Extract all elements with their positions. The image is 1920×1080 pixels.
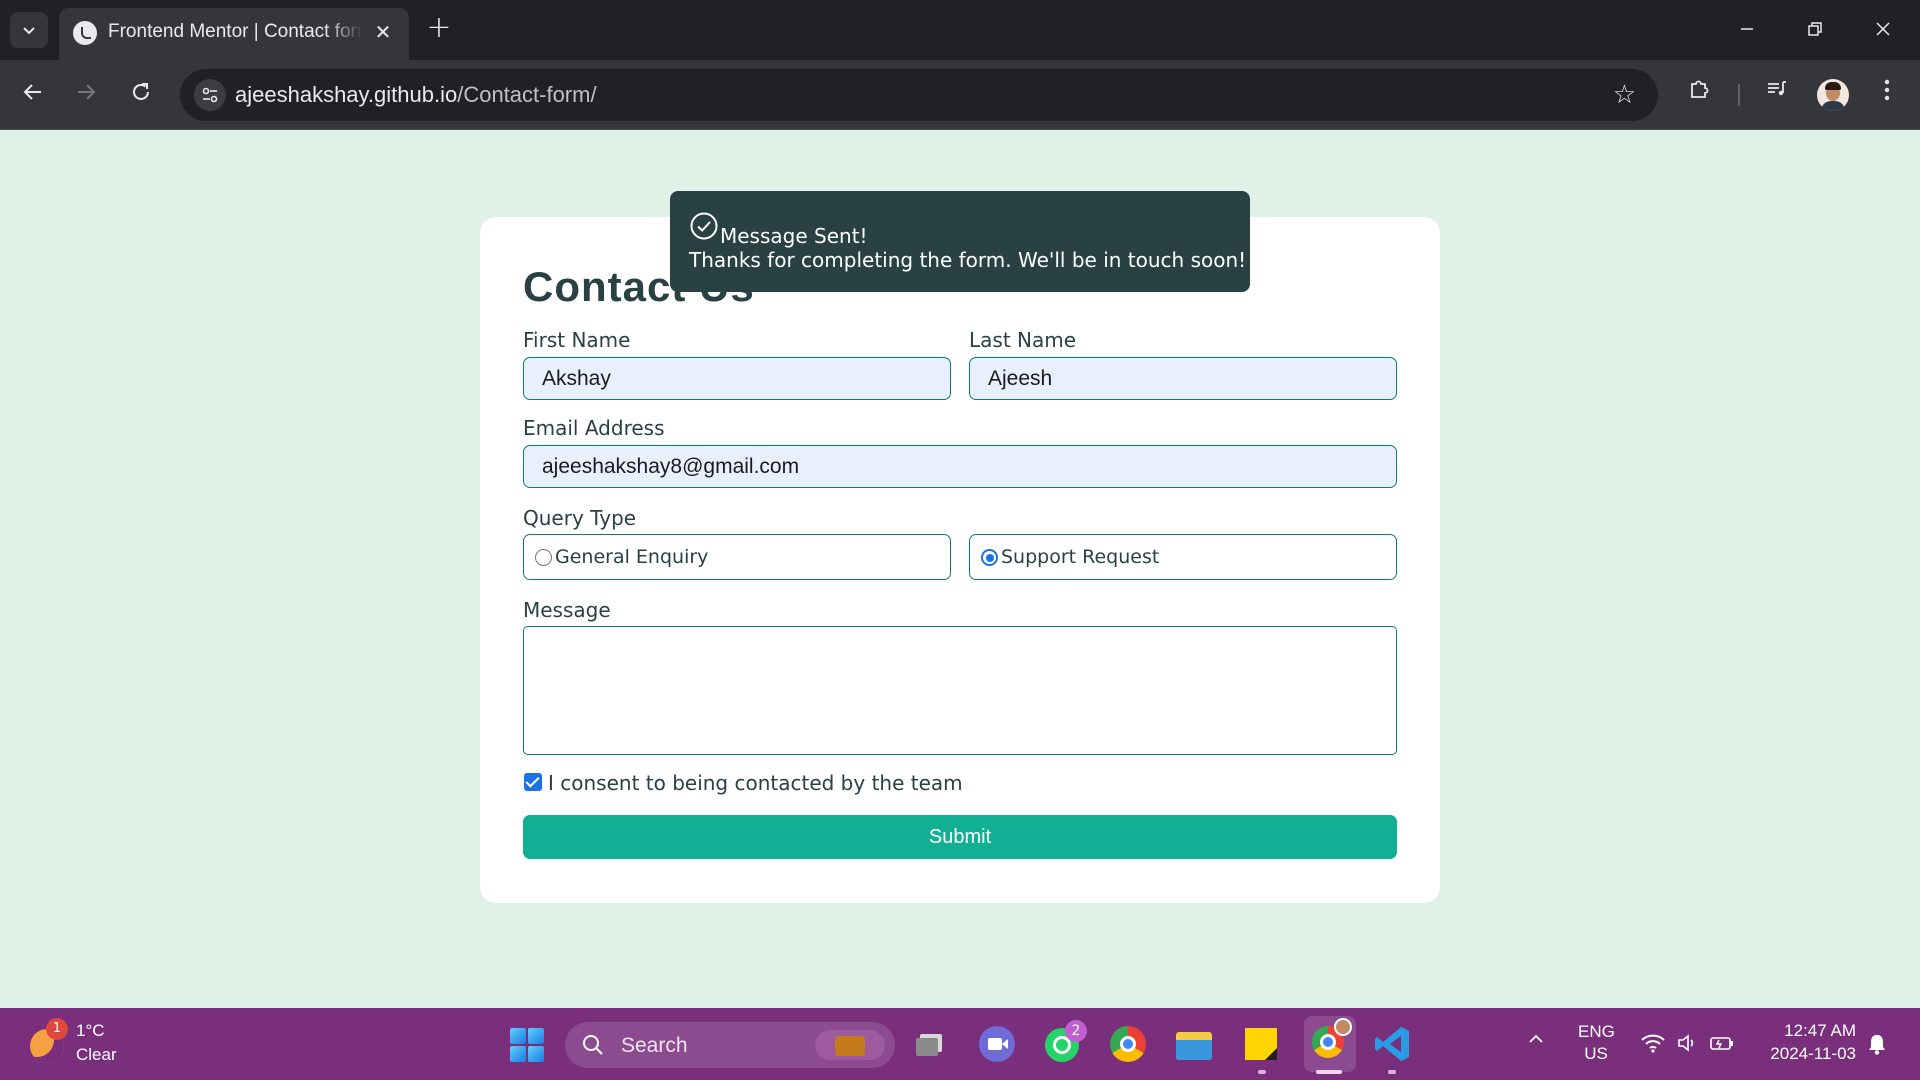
contact-form-card: Contact Us First Name Akshay Last Name A… [480,217,1440,903]
chrome-app-icon[interactable] [1108,1024,1148,1064]
reload-button[interactable] [122,76,160,114]
url-text: ajeeshakshay.github.io/Contact-form/ [235,82,597,108]
url-path: /Contact-form/ [457,82,597,107]
bookmark-star-icon[interactable]: ☆ [1613,79,1636,111]
general-enquiry-label: General Enquiry [555,546,709,568]
check-circle-icon [690,212,718,240]
task-view-app-icon[interactable] [912,1024,952,1064]
sticky-notes-app-icon[interactable] [1241,1024,1281,1064]
query-type-label: Query Type [523,506,637,530]
volume-icon [1678,1034,1694,1052]
puzzle-icon [1691,80,1709,98]
close-window-button[interactable] [1858,10,1908,50]
sticky-notes-running-indicator [1258,1070,1266,1074]
chrome-profile-app-icon[interactable] [1304,1016,1356,1072]
browser-tab[interactable]: Frontend Mentor | Contact form ✕ [59,8,409,60]
wifi-icon [1641,1034,1665,1053]
language-indicator[interactable]: ENG US [1578,1022,1615,1064]
support-request-radio[interactable] [981,549,998,566]
restore-icon [1808,22,1822,36]
support-request-label: Support Request [1001,546,1160,568]
email-label: Email Address [523,416,665,440]
browser-toolbar: ajeeshakshay.github.io/Contact-form/ ☆ [0,60,1920,130]
last-name-input[interactable]: Ajeesh [969,357,1397,400]
new-tab-button[interactable]: + [422,12,456,46]
tab-close-icon[interactable]: ✕ [371,20,395,44]
vscode-app-icon[interactable] [1373,1024,1413,1064]
notifications-button[interactable] [1866,1032,1888,1061]
url-host: ajeeshakshay.github.io [235,82,458,107]
taskbar: 1 1°C Clear Search 2 ENG US 12:47 AM 202… [0,1008,1920,1080]
clock-date: 2024-11-03 [1770,1044,1856,1063]
site-info-button[interactable] [194,79,226,111]
address-bar[interactable]: ajeeshakshay.github.io/Contact-form/ ☆ [180,69,1658,121]
reload-icon [133,83,149,100]
email-input[interactable]: ajeeshakshay8@gmail.com [523,445,1397,488]
clock[interactable]: 12:47 AM 2024-11-03 [1760,1021,1856,1064]
weather-condition: Clear [76,1045,117,1064]
chevron-down-icon [23,27,35,35]
tab-search-button[interactable] [10,12,48,48]
battery-icon [1710,1037,1733,1050]
language-code: ENG [1578,1022,1615,1041]
weather-temperature: 1°C [76,1021,105,1040]
consent-label: I consent to being contacted by the team [548,771,963,795]
minimize-button[interactable] [1722,10,1772,50]
last-name-label: Last Name [969,328,1077,352]
arrow-left-icon [23,84,41,100]
taskbar-search[interactable]: Search [565,1022,895,1068]
bell-icon [1869,1035,1885,1055]
success-toast: Message Sent! Thanks for completing the … [670,191,1250,292]
chrome-active-indicator [1316,1070,1342,1074]
file-explorer-app-icon[interactable] [1174,1024,1214,1064]
tune-icon [202,87,218,103]
back-button[interactable] [14,76,52,114]
consent-checkbox[interactable] [524,773,542,791]
more-vert-icon [1884,79,1890,101]
restore-button[interactable] [1790,10,1840,50]
clock-time: 12:47 AM [1784,1021,1856,1040]
weather-badge: 1 [46,1018,68,1040]
queue-music-icon [1768,81,1786,96]
message-textarea[interactable] [523,626,1397,755]
toolbar-divider [1738,84,1740,106]
toast-message: Thanks for completing the form. We'll be… [689,248,1247,272]
media-control-button[interactable] [1758,76,1796,114]
system-status-button[interactable] [1640,1032,1735,1059]
minimize-icon [1741,28,1753,30]
vscode-running-indicator [1388,1070,1396,1074]
whatsapp-app-icon[interactable]: 2 [1043,1020,1087,1064]
forward-button[interactable] [67,76,105,114]
arrow-right-icon [78,84,96,100]
start-button[interactable] [510,1028,544,1062]
profile-avatar[interactable] [1817,79,1849,111]
query-option-support-request[interactable]: Support Request [969,534,1397,580]
general-enquiry-radio[interactable] [535,549,552,566]
vscode-icon [1375,1027,1409,1061]
chevron-up-icon [1529,1034,1543,1043]
briefcase-icon [815,1030,885,1060]
close-icon [1876,22,1890,36]
show-hidden-icons-button[interactable] [1527,1030,1545,1053]
chrome-menu-button[interactable] [1868,76,1906,114]
search-icon [583,1035,603,1055]
tab-title: Frontend Mentor | Contact form [108,21,363,42]
message-label: Message [523,598,611,622]
zoom-app-icon[interactable] [977,1024,1017,1064]
submit-button[interactable]: Submit [523,815,1397,859]
first-name-label: First Name [523,328,631,352]
extensions-button[interactable] [1680,76,1718,114]
first-name-input[interactable]: Akshay [523,357,951,400]
frontend-mentor-favicon-icon [73,21,97,45]
query-option-general-enquiry[interactable]: General Enquiry [523,534,951,580]
browser-titlebar: Frontend Mentor | Contact form ✕ + [0,0,1920,60]
whatsapp-badge: 2 [1065,1020,1087,1042]
region-code: US [1584,1044,1608,1063]
toast-title: Message Sent! [720,224,868,248]
search-placeholder: Search [621,1034,688,1057]
